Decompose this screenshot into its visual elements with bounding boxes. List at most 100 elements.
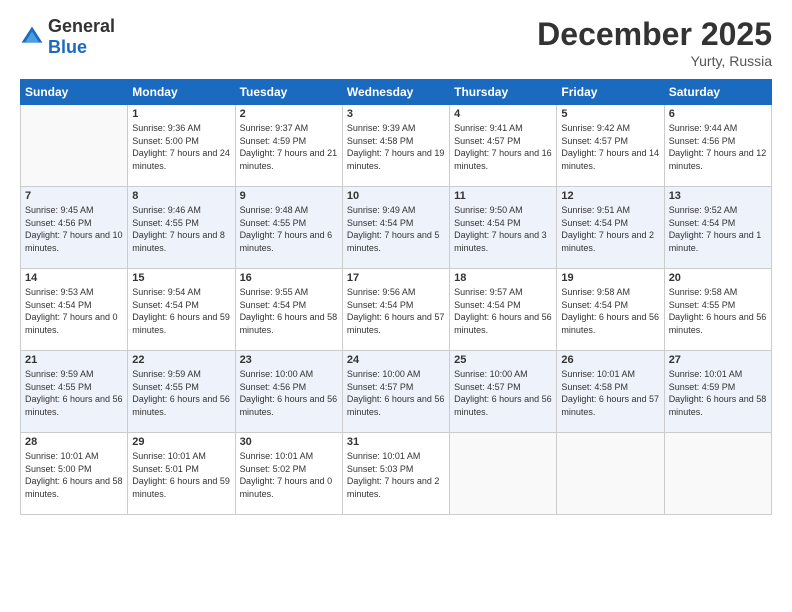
day-number: 16: [240, 272, 338, 284]
table-row: 4 Sunrise: 9:41 AMSunset: 4:57 PMDayligh…: [450, 105, 557, 187]
table-row: 17 Sunrise: 9:56 AMSunset: 4:54 PMDaylig…: [342, 269, 449, 351]
day-number: 31: [347, 436, 445, 448]
day-info: Sunrise: 9:50 AMSunset: 4:54 PMDaylight:…: [454, 204, 552, 254]
table-row: 9 Sunrise: 9:48 AMSunset: 4:55 PMDayligh…: [235, 187, 342, 269]
day-number: 1: [132, 108, 230, 120]
col-thursday: Thursday: [450, 80, 557, 105]
day-info: Sunrise: 10:01 AMSunset: 4:58 PMDaylight…: [561, 368, 659, 418]
logo-general: General: [48, 16, 115, 36]
day-info: Sunrise: 9:59 AMSunset: 4:55 PMDaylight:…: [25, 368, 123, 418]
calendar-table: Sunday Monday Tuesday Wednesday Thursday…: [20, 79, 772, 515]
table-row: 30 Sunrise: 10:01 AMSunset: 5:02 PMDayli…: [235, 433, 342, 515]
col-wednesday: Wednesday: [342, 80, 449, 105]
day-number: 12: [561, 190, 659, 202]
table-row: 13 Sunrise: 9:52 AMSunset: 4:54 PMDaylig…: [664, 187, 771, 269]
day-info: Sunrise: 9:58 AMSunset: 4:54 PMDaylight:…: [561, 286, 659, 336]
col-saturday: Saturday: [664, 80, 771, 105]
table-row: 26 Sunrise: 10:01 AMSunset: 4:58 PMDayli…: [557, 351, 664, 433]
day-info: Sunrise: 9:56 AMSunset: 4:54 PMDaylight:…: [347, 286, 445, 336]
table-row: 29 Sunrise: 10:01 AMSunset: 5:01 PMDayli…: [128, 433, 235, 515]
day-info: Sunrise: 9:57 AMSunset: 4:54 PMDaylight:…: [454, 286, 552, 336]
header: General Blue December 2025 Yurty, Russia: [20, 16, 772, 69]
day-info: Sunrise: 10:00 AMSunset: 4:56 PMDaylight…: [240, 368, 338, 418]
day-number: 14: [25, 272, 123, 284]
table-row: 28 Sunrise: 10:01 AMSunset: 5:00 PMDayli…: [21, 433, 128, 515]
day-info: Sunrise: 10:01 AMSunset: 4:59 PMDaylight…: [669, 368, 767, 418]
day-info: Sunrise: 9:48 AMSunset: 4:55 PMDaylight:…: [240, 204, 338, 254]
table-row: 27 Sunrise: 10:01 AMSunset: 4:59 PMDayli…: [664, 351, 771, 433]
day-number: 2: [240, 108, 338, 120]
calendar-week-row: 21 Sunrise: 9:59 AMSunset: 4:55 PMDaylig…: [21, 351, 772, 433]
col-friday: Friday: [557, 80, 664, 105]
day-number: 24: [347, 354, 445, 366]
day-number: 11: [454, 190, 552, 202]
table-row: 22 Sunrise: 9:59 AMSunset: 4:55 PMDaylig…: [128, 351, 235, 433]
calendar-week-row: 7 Sunrise: 9:45 AMSunset: 4:56 PMDayligh…: [21, 187, 772, 269]
day-info: Sunrise: 9:41 AMSunset: 4:57 PMDaylight:…: [454, 122, 552, 172]
page: General Blue December 2025 Yurty, Russia…: [0, 0, 792, 612]
day-info: Sunrise: 9:59 AMSunset: 4:55 PMDaylight:…: [132, 368, 230, 418]
table-row: 21 Sunrise: 9:59 AMSunset: 4:55 PMDaylig…: [21, 351, 128, 433]
table-row: [450, 433, 557, 515]
table-row: [664, 433, 771, 515]
day-info: Sunrise: 9:54 AMSunset: 4:54 PMDaylight:…: [132, 286, 230, 336]
day-info: Sunrise: 10:01 AMSunset: 5:03 PMDaylight…: [347, 450, 445, 500]
day-info: Sunrise: 9:51 AMSunset: 4:54 PMDaylight:…: [561, 204, 659, 254]
table-row: 23 Sunrise: 10:00 AMSunset: 4:56 PMDayli…: [235, 351, 342, 433]
day-number: 19: [561, 272, 659, 284]
day-info: Sunrise: 9:46 AMSunset: 4:55 PMDaylight:…: [132, 204, 230, 254]
table-row: 15 Sunrise: 9:54 AMSunset: 4:54 PMDaylig…: [128, 269, 235, 351]
day-number: 26: [561, 354, 659, 366]
day-info: Sunrise: 9:36 AMSunset: 5:00 PMDaylight:…: [132, 122, 230, 172]
table-row: 1 Sunrise: 9:36 AMSunset: 5:00 PMDayligh…: [128, 105, 235, 187]
day-info: Sunrise: 10:01 AMSunset: 5:00 PMDaylight…: [25, 450, 123, 500]
day-number: 22: [132, 354, 230, 366]
day-number: 30: [240, 436, 338, 448]
table-row: 6 Sunrise: 9:44 AMSunset: 4:56 PMDayligh…: [664, 105, 771, 187]
day-info: Sunrise: 10:01 AMSunset: 5:01 PMDaylight…: [132, 450, 230, 500]
calendar-header-row: Sunday Monday Tuesday Wednesday Thursday…: [21, 80, 772, 105]
col-monday: Monday: [128, 80, 235, 105]
day-info: Sunrise: 9:45 AMSunset: 4:56 PMDaylight:…: [25, 204, 123, 254]
day-info: Sunrise: 10:00 AMSunset: 4:57 PMDaylight…: [347, 368, 445, 418]
day-number: 15: [132, 272, 230, 284]
day-number: 29: [132, 436, 230, 448]
day-number: 6: [669, 108, 767, 120]
day-info: Sunrise: 10:01 AMSunset: 5:02 PMDaylight…: [240, 450, 338, 500]
logo: General Blue: [20, 16, 115, 58]
day-info: Sunrise: 9:58 AMSunset: 4:55 PMDaylight:…: [669, 286, 767, 336]
location: Yurty, Russia: [537, 53, 772, 69]
day-number: 5: [561, 108, 659, 120]
table-row: [21, 105, 128, 187]
table-row: 18 Sunrise: 9:57 AMSunset: 4:54 PMDaylig…: [450, 269, 557, 351]
logo-text: General Blue: [48, 16, 115, 58]
table-row: [557, 433, 664, 515]
day-info: Sunrise: 9:37 AMSunset: 4:59 PMDaylight:…: [240, 122, 338, 172]
day-number: 10: [347, 190, 445, 202]
day-number: 8: [132, 190, 230, 202]
day-info: Sunrise: 9:52 AMSunset: 4:54 PMDaylight:…: [669, 204, 767, 254]
month-year: December 2025: [537, 16, 772, 53]
logo-icon: [20, 25, 44, 49]
title-block: December 2025 Yurty, Russia: [537, 16, 772, 69]
day-info: Sunrise: 10:00 AMSunset: 4:57 PMDaylight…: [454, 368, 552, 418]
table-row: 7 Sunrise: 9:45 AMSunset: 4:56 PMDayligh…: [21, 187, 128, 269]
day-info: Sunrise: 9:55 AMSunset: 4:54 PMDaylight:…: [240, 286, 338, 336]
table-row: 19 Sunrise: 9:58 AMSunset: 4:54 PMDaylig…: [557, 269, 664, 351]
day-number: 20: [669, 272, 767, 284]
day-info: Sunrise: 9:39 AMSunset: 4:58 PMDaylight:…: [347, 122, 445, 172]
table-row: 8 Sunrise: 9:46 AMSunset: 4:55 PMDayligh…: [128, 187, 235, 269]
day-number: 23: [240, 354, 338, 366]
day-number: 27: [669, 354, 767, 366]
day-info: Sunrise: 9:53 AMSunset: 4:54 PMDaylight:…: [25, 286, 123, 336]
day-info: Sunrise: 9:42 AMSunset: 4:57 PMDaylight:…: [561, 122, 659, 172]
day-number: 13: [669, 190, 767, 202]
day-number: 28: [25, 436, 123, 448]
calendar-week-row: 1 Sunrise: 9:36 AMSunset: 5:00 PMDayligh…: [21, 105, 772, 187]
table-row: 31 Sunrise: 10:01 AMSunset: 5:03 PMDayli…: [342, 433, 449, 515]
day-number: 21: [25, 354, 123, 366]
day-number: 3: [347, 108, 445, 120]
table-row: 14 Sunrise: 9:53 AMSunset: 4:54 PMDaylig…: [21, 269, 128, 351]
table-row: 24 Sunrise: 10:00 AMSunset: 4:57 PMDayli…: [342, 351, 449, 433]
table-row: 10 Sunrise: 9:49 AMSunset: 4:54 PMDaylig…: [342, 187, 449, 269]
